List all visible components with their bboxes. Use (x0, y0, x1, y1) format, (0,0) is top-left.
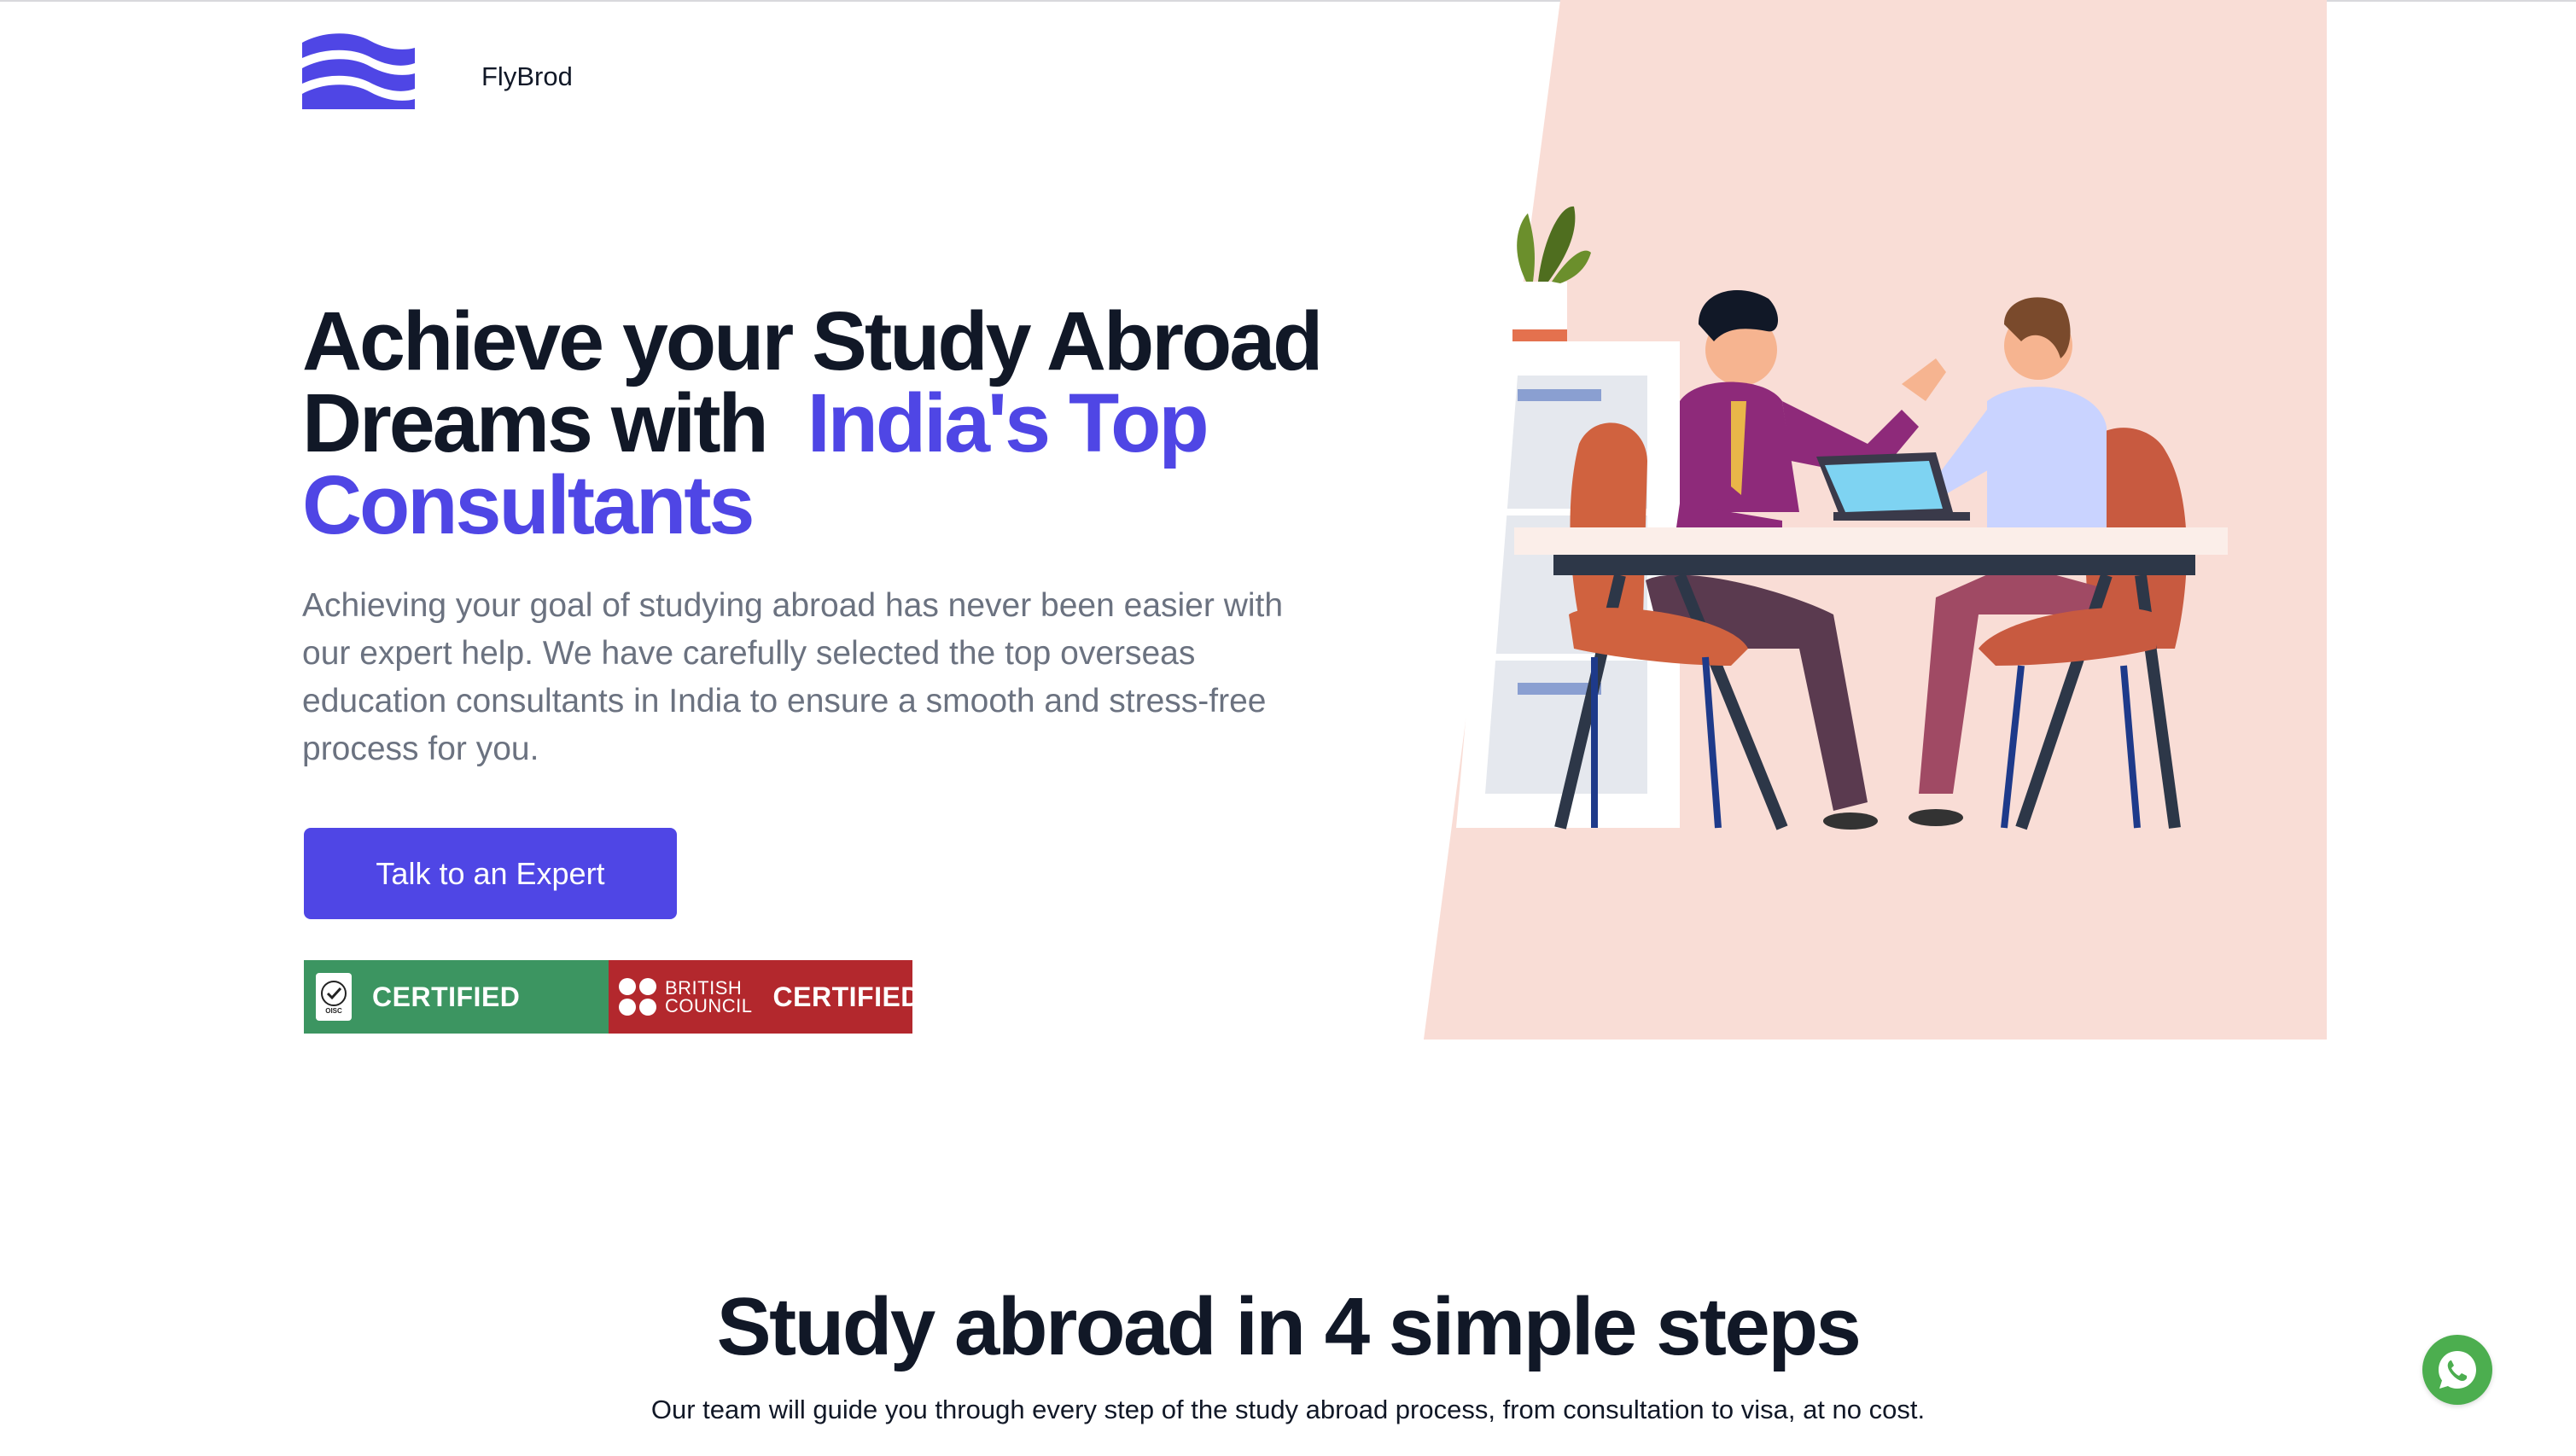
british-council-certified-badge: BRITISH COUNCIL CERTIFIED (609, 960, 920, 1034)
british-council-dots-icon (619, 978, 656, 1016)
whatsapp-icon (2439, 1351, 2476, 1389)
hero-description: Achieving your goal of studying abroad h… (302, 587, 1284, 767)
wave-logo-icon (302, 33, 415, 109)
british-council-certified-label: CERTIFIED (772, 981, 921, 1012)
brand-logo[interactable] (302, 32, 415, 109)
oisc-seal-icon: OISC (316, 973, 352, 1021)
brand-name[interactable]: FlyBrod (481, 61, 573, 92)
steps-section-subtitle: Our team will guide you through every st… (650, 1395, 1926, 1424)
hero-title-line2: Dreams with (302, 376, 769, 469)
certification-badges: OISC CERTIFIED BRITISH COUNCIL CERTIFIED (304, 960, 920, 1034)
talk-to-expert-button[interactable]: Talk to an Expert (304, 828, 677, 919)
british-council-line2: COUNCIL (665, 995, 753, 1016)
oisc-seal-text: OISC (325, 1007, 342, 1015)
consultation-meeting-illustration (1424, 0, 2327, 1040)
steps-section-title: Study abroad in 4 simple steps (716, 1281, 1862, 1372)
oisc-certified-badge: OISC CERTIFIED (304, 960, 609, 1034)
whatsapp-chat-button[interactable] (2422, 1335, 2492, 1405)
hero-title-line1: Achieve your Study Abroad (302, 294, 1323, 387)
hero-title-accent-line3: Consultants (302, 458, 755, 551)
hero-title-accent-line2: India's Top (807, 376, 1209, 469)
hero-title: Achieve your Study Abroad Dreams with In… (302, 300, 1326, 546)
british-council-wordmark: BRITISH COUNCIL (665, 977, 753, 1016)
oisc-certified-label: CERTIFIED (372, 981, 521, 1012)
british-council-line1: BRITISH (665, 977, 743, 999)
